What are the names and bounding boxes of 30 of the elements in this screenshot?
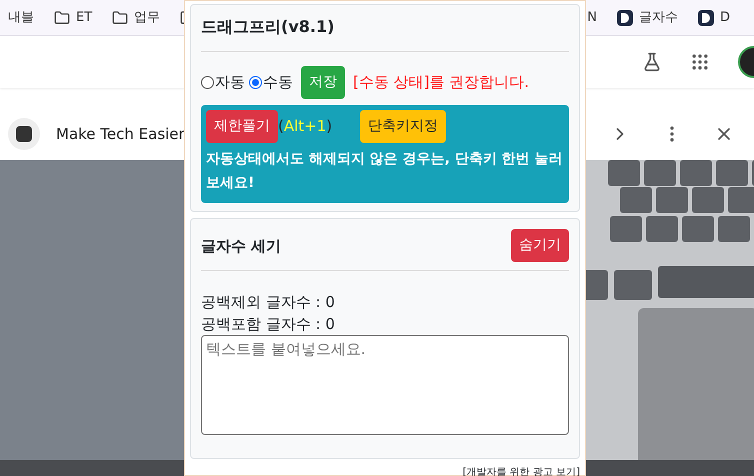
- bookmark-label[interactable]: 글자수: [638, 8, 678, 28]
- counter-title: 글자수 세기: [201, 236, 282, 257]
- shortcut-open: (: [278, 116, 284, 138]
- banner-title: Make Tech Easier: [56, 124, 185, 145]
- help-message: 자동상태에서도 해제되지 않은 경우는, 단축키 한번 눌러보세요!: [206, 150, 564, 193]
- radio-label[interactable]: 수동: [263, 71, 293, 94]
- hide-button[interactable]: 숨기기: [511, 229, 569, 262]
- unlock-button[interactable]: 제한풀기: [206, 110, 278, 143]
- radio-label[interactable]: 자동: [215, 71, 245, 94]
- ad-link[interactable]: [개발자를 위한 광고 보기]: [462, 464, 580, 476]
- apps-grid-icon[interactable]: [690, 52, 710, 72]
- bookmark-label[interactable]: D: [720, 8, 730, 28]
- notice-text: [수동 상태]를 권장합니다.: [353, 72, 530, 94]
- count-text: 공백포함 글자수 : 0: [201, 314, 336, 335]
- shortcut-button[interactable]: 단축키지정: [360, 110, 446, 143]
- shortcut-close: ): [326, 116, 332, 138]
- bookmark-label[interactable]: 업무: [134, 8, 160, 28]
- count-text: 공백제외 글자수 : 0: [201, 292, 336, 313]
- radio-button[interactable]: [249, 76, 262, 89]
- bookmark-label[interactable]: N: [587, 8, 597, 28]
- popup-title: 드래그프리(v8.1): [201, 15, 569, 52]
- text-input-field[interactable]: 텍스트를 붙여넣으세요.: [201, 335, 569, 435]
- site-logo-icon: [616, 10, 633, 26]
- radio-button[interactable]: [201, 76, 214, 89]
- bookmark-label[interactable]: ET: [76, 8, 92, 28]
- shortcut-text: Alt+1: [284, 116, 326, 138]
- site-logo-icon: [698, 10, 714, 26]
- site-logo-icon: [8, 118, 40, 150]
- flask-icon[interactable]: [642, 52, 662, 72]
- bookmark-label[interactable]: 내블: [8, 8, 34, 28]
